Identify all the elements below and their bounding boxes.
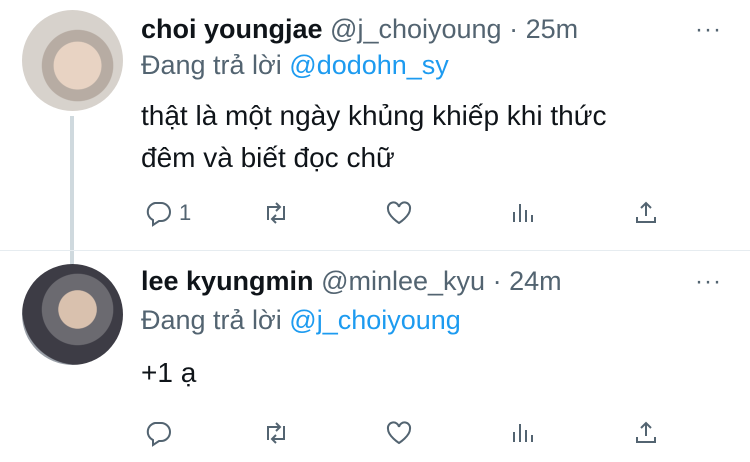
views-button[interactable]	[508, 415, 538, 451]
views-icon	[513, 424, 533, 442]
views-icon	[513, 204, 533, 222]
action-bar	[141, 415, 661, 451]
replying-to-label: Đang trả lời	[141, 305, 282, 335]
like-button[interactable]	[384, 195, 414, 231]
replying-to: Đang trả lời @dodohn_sy	[141, 50, 449, 81]
avatar[interactable]	[22, 264, 123, 365]
action-bar: 1	[141, 195, 661, 231]
retweet-icon	[267, 422, 285, 444]
timestamp[interactable]: 24m	[509, 266, 562, 296]
share-icon	[636, 421, 656, 443]
tweet-text-line: +1 ạ	[141, 357, 197, 388]
separator: ·	[492, 266, 502, 296]
tweet-1[interactable]: choi youngjae @j_choiyoung · 25m ··· Đan…	[0, 0, 750, 266]
more-options-icon[interactable]: ···	[695, 16, 722, 44]
separator: ·	[509, 14, 519, 44]
share-button[interactable]	[631, 415, 661, 451]
tweet-2[interactable]: lee kyungmin @minlee_kyu · 24m ··· Đang …	[0, 250, 750, 462]
retweet-button[interactable]	[261, 415, 291, 451]
share-icon	[636, 201, 656, 223]
tweet-header: lee kyungmin @minlee_kyu · 24m	[141, 266, 562, 297]
tweet-text-line: đêm và biết đọc chữ	[141, 142, 395, 173]
views-button[interactable]	[508, 195, 538, 231]
retweet-button[interactable]	[261, 195, 291, 231]
reply-button[interactable]: 1	[143, 195, 191, 231]
reply-mention-link[interactable]: @j_choiyoung	[289, 305, 461, 335]
more-options-icon[interactable]: ···	[695, 268, 722, 296]
tweet-text: +1 ạ	[141, 352, 721, 394]
like-icon	[386, 421, 412, 445]
reply-button[interactable]	[143, 415, 173, 451]
tweet-header: choi youngjae @j_choiyoung · 25m	[141, 14, 578, 45]
thread-line	[70, 116, 74, 266]
avatar[interactable]	[22, 10, 123, 111]
user-handle[interactable]: @j_choiyoung	[330, 14, 502, 44]
like-button[interactable]	[384, 415, 414, 451]
display-name[interactable]: lee kyungmin	[141, 266, 314, 296]
reply-icon	[146, 422, 171, 447]
display-name[interactable]: choi youngjae	[141, 14, 323, 44]
tweet-text-line: thật là một ngày khủng khiếp khi thức	[141, 100, 607, 131]
replying-to: Đang trả lời @j_choiyoung	[141, 305, 461, 336]
timestamp[interactable]: 25m	[526, 14, 579, 44]
reply-icon	[146, 202, 171, 227]
like-icon	[386, 201, 412, 225]
tweet-text: thật là một ngày khủng khiếp khi thức đê…	[141, 95, 721, 179]
reply-count: 1	[179, 200, 192, 225]
user-handle[interactable]: @minlee_kyu	[321, 266, 485, 296]
share-button[interactable]	[631, 195, 661, 231]
replying-to-label: Đang trả lời	[141, 50, 282, 80]
reply-mention-link[interactable]: @dodohn_sy	[289, 50, 449, 80]
retweet-icon	[267, 202, 285, 224]
